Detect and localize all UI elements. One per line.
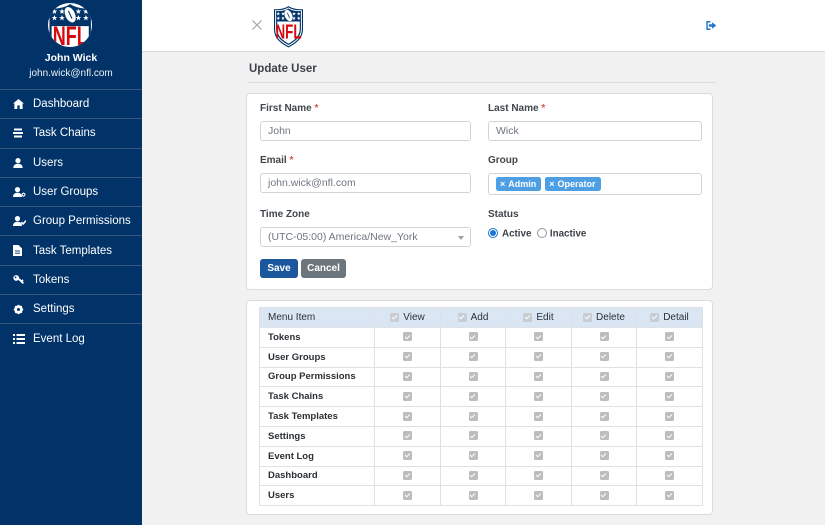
svg-text:NFL: NFL	[53, 21, 88, 47]
svg-text:NFL: NFL	[276, 20, 302, 43]
